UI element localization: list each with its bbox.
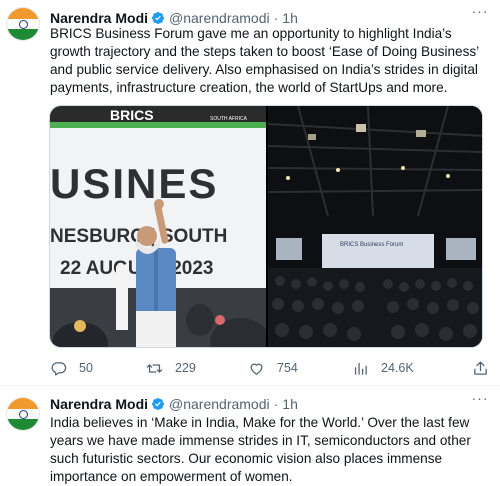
retweet-count: 229 [175, 361, 196, 375]
tweet-media[interactable]: BRICS SOUTH AFRICA USINES NESBURG | SOUT… [49, 105, 483, 348]
tweet-text: India believes in ‘Make in India, Make f… [50, 415, 471, 484]
more-options-icon[interactable]: ··· [470, 391, 490, 407]
author-handle[interactable]: @narendramodi [169, 396, 270, 412]
screen-title-text: BRICS Business Forum [340, 242, 403, 248]
timestamp[interactable]: 1h [282, 396, 298, 412]
retweet-button[interactable]: 229 [146, 356, 196, 380]
retweet-icon [146, 363, 163, 373]
share-button[interactable] [472, 356, 500, 380]
like-button[interactable]: 754 [248, 356, 298, 380]
media-photo-speaker[interactable]: BRICS SOUTH AFRICA USINES NESBURG | SOUT… [50, 106, 266, 347]
tweet[interactable]: Narendra Modi @narendramodi · 1h ··· BRI… [0, 0, 500, 385]
media-photo-auditorium[interactable]: BRICS Business Forum [268, 106, 482, 347]
banner-big-text: USINES [50, 160, 218, 207]
author-name[interactable]: Narendra Modi [50, 396, 148, 412]
verified-badge-icon [152, 398, 164, 410]
like-count: 754 [277, 361, 298, 375]
views-button[interactable]: 24.6K [352, 356, 414, 380]
separator-dot: · [273, 10, 279, 26]
separator-dot: · [273, 396, 279, 412]
tweet-text: BRICS Business Forum gave me an opportun… [50, 26, 479, 95]
more-options-icon[interactable]: ··· [470, 4, 490, 20]
tweet[interactable]: Narendra Modi @narendramodi · 1h ··· Ind… [0, 385, 500, 484]
avatar[interactable] [6, 7, 40, 41]
reply-button[interactable]: 50 [50, 356, 93, 380]
tweet-header: Narendra Modi @narendramodi · 1h [50, 394, 298, 414]
verified-badge-icon [152, 12, 164, 24]
views-count: 24.6K [381, 361, 414, 375]
views-chart-icon [354, 362, 367, 375]
auditorium-photo-graphic: BRICS Business Forum [268, 106, 482, 347]
speaker-photo-graphic: BRICS SOUTH AFRICA USINES NESBURG | SOUT… [50, 106, 266, 347]
heart-icon [250, 363, 263, 375]
reply-icon [51, 361, 67, 376]
tweet-actions: 50 229 754 24.6K [50, 356, 490, 380]
avatar[interactable] [6, 397, 40, 431]
author-name[interactable]: Narendra Modi [50, 10, 148, 26]
timestamp[interactable]: 1h [282, 10, 298, 26]
banner-sub-text: SOUTH AFRICA [210, 116, 248, 122]
share-icon [474, 360, 487, 375]
reply-count: 50 [79, 361, 93, 375]
author-handle[interactable]: @narendramodi [169, 10, 270, 26]
banner-top-text: BRICS [110, 107, 154, 123]
